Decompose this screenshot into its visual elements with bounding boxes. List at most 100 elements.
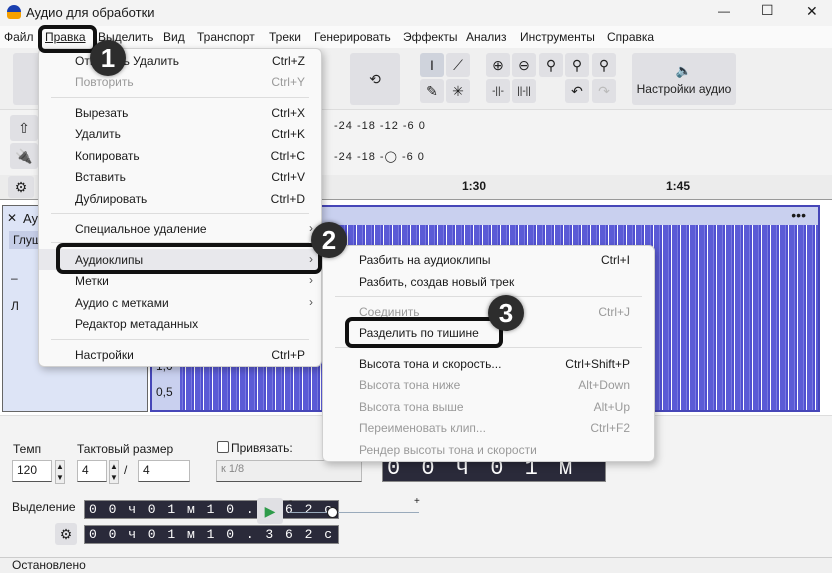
menu-item-special-delete[interactable]: Специальное удаление ›	[39, 218, 321, 239]
share-button[interactable]: ⇧	[10, 115, 38, 141]
menu-item-rename-clip[interactable]: Переименовать клип... Ctrl+F2	[323, 417, 654, 438]
maximize-button[interactable]: ☐	[761, 2, 774, 19]
menu-view[interactable]: Вид	[163, 30, 185, 44]
plug-icon: 🔌	[15, 147, 33, 164]
gain-slider[interactable]: –	[11, 271, 18, 285]
menu-item-undo[interactable]: Отменить Удалить Ctrl+Z	[39, 50, 321, 71]
menu-item-pitch-up[interactable]: Высота тона выше Alt+Up	[323, 396, 654, 417]
menu-tracks[interactable]: Треки	[269, 30, 301, 44]
tempo-stepper[interactable]: ▲ ▼	[55, 460, 65, 484]
play-icon: ▶	[264, 502, 276, 519]
selection-end-time[interactable]: 0 0 ч 0 1 м 1 0 . 3 6 2 с	[84, 525, 340, 544]
selection-tool[interactable]: I	[420, 53, 444, 77]
shortcut-label: Ctrl+F2	[590, 421, 630, 435]
numerator-stepper[interactable]: ▲ ▼	[109, 460, 119, 484]
menu-effects[interactable]: Эффекты	[403, 30, 458, 44]
app-logo-icon	[7, 5, 21, 19]
timeline-settings-button[interactable]: ⚙	[8, 176, 34, 198]
amplitude-label: 0,5	[156, 385, 173, 399]
menu-item-cut[interactable]: Вырезать Ctrl+X	[39, 102, 321, 123]
fit-project-button[interactable]: ⚲	[565, 53, 589, 77]
audio-settings-label: Настройки аудио	[636, 81, 732, 96]
clip-menu-icon[interactable]: •••	[791, 207, 806, 223]
pan-slider[interactable]: Л	[11, 299, 19, 313]
menu-item-label: Метки	[75, 274, 109, 288]
shortcut-label: Ctrl+X	[271, 106, 305, 120]
trim-button[interactable]: -||-	[486, 79, 510, 103]
selection-start-time[interactable]: 0 0 ч 0 1 м 1 0 . 3 6 2 с	[84, 500, 340, 519]
zoom-out-button[interactable]: ⊖	[512, 53, 536, 77]
menu-item-labeled-audio[interactable]: Аудио с метками ›	[39, 292, 321, 313]
zoom-in-button[interactable]: ⊕	[486, 53, 510, 77]
menu-item-pitch-speed[interactable]: Высота тона и скорость... Ctrl+Shift+P	[323, 353, 654, 374]
menu-item-preferences[interactable]: Настройки Ctrl+P	[39, 344, 321, 365]
redo-button[interactable]: ↷	[592, 79, 616, 103]
menu-help[interactable]: Справка	[607, 30, 654, 44]
menu-separator	[51, 97, 309, 98]
shortcut-label: Ctrl+C	[270, 149, 305, 163]
minimize-button[interactable]: —	[718, 4, 730, 18]
recording-meter-scale[interactable]: -24 -18 -12 -6 0	[334, 120, 426, 132]
menu-item-paste[interactable]: Вставить Ctrl+V	[39, 166, 321, 187]
multi-tool[interactable]: ✳	[446, 79, 470, 103]
edit-menu: Отменить Удалить Ctrl+Z Повторить Ctrl+Y В…	[38, 48, 322, 367]
undo-button[interactable]: ↶	[565, 79, 589, 103]
fit-selection-button[interactable]: ⚲	[539, 53, 563, 77]
loop-button[interactable]: ⟲	[350, 53, 400, 105]
shortcut-label: Ctrl+J	[598, 305, 630, 319]
zoom-out-icon: ⊖	[518, 56, 530, 73]
step-badge-3: 3	[488, 295, 524, 331]
speed-slider-thumb[interactable]	[327, 507, 338, 518]
highlight-edit-menu	[38, 25, 97, 53]
envelope-tool[interactable]: ⟋	[446, 53, 470, 77]
speed-slider-track[interactable]	[289, 512, 419, 513]
menu-item-render-pitch-speed[interactable]: Рендер высоты тона и скорости	[323, 439, 654, 460]
menu-item-label: Специальное удаление	[75, 222, 207, 236]
menu-item-label: Разбить на аудиоклипы	[359, 253, 491, 267]
menu-item-split-new-track[interactable]: Разбить, создав новый трек	[323, 271, 654, 292]
menu-tools[interactable]: Инструменты	[520, 30, 595, 44]
menu-item-label: Аудио с метками	[75, 296, 169, 310]
time-signature-label: Тактовый размер	[77, 442, 174, 456]
gear-icon: ⚙	[59, 525, 73, 542]
menu-file[interactable]: Файл	[4, 30, 34, 44]
shortcut-label: Alt+Down	[578, 378, 630, 392]
menu-separator	[335, 296, 642, 297]
close-button[interactable]: ✕	[806, 3, 818, 20]
ruler-tick: 1:45	[666, 179, 691, 193]
menu-item-copy[interactable]: Копировать Ctrl+C	[39, 145, 321, 166]
zoom-toggle-button[interactable]: ⚲	[592, 53, 616, 77]
tempo-input[interactable]: 120	[12, 460, 52, 482]
shortcut-label: Alt+Up	[593, 400, 630, 414]
track-name[interactable]: Ау	[23, 211, 38, 226]
snap-checkbox[interactable]	[217, 441, 229, 453]
time-signature-denominator[interactable]: 4	[138, 460, 190, 482]
selection-settings-button[interactable]: ⚙	[55, 523, 77, 545]
audio-settings-button[interactable]: 🔈 Настройки аудио	[632, 53, 736, 105]
status-text: Остановлено	[12, 558, 86, 572]
play-at-speed-button[interactable]: ▶	[257, 498, 283, 524]
draw-tool[interactable]: ✎	[420, 79, 444, 103]
snap-select[interactable]: к 1/8	[216, 460, 362, 482]
silence-icon: ||-||	[517, 85, 531, 97]
menu-item-split-clips[interactable]: Разбить на аудиоклипы Ctrl+I	[323, 249, 654, 270]
menu-item-duplicate[interactable]: Дублировать Ctrl+D	[39, 188, 321, 209]
step-badge-1: 1	[90, 40, 126, 76]
time-signature-numerator[interactable]: 4	[77, 460, 107, 482]
title-bar: Аудио для обработки — ☐ ✕	[0, 0, 832, 25]
playback-meter-scale[interactable]: -24 -18 -◯ -6 0	[334, 150, 425, 163]
menu-analyze[interactable]: Анализ	[466, 30, 507, 44]
speed-plus: +	[414, 496, 420, 507]
menu-item-delete[interactable]: Удалить Ctrl+K	[39, 123, 321, 144]
menu-item-metadata-editor[interactable]: Редактор метаданных	[39, 313, 321, 334]
menu-item-redo[interactable]: Повторить Ctrl+Y	[39, 71, 321, 92]
menu-generate[interactable]: Генерировать	[314, 30, 391, 44]
silence-button[interactable]: ||-||	[512, 79, 536, 103]
ruler-tick: 1:30	[462, 179, 487, 193]
menu-item-pitch-down[interactable]: Высота тона ниже Alt+Down	[323, 374, 654, 395]
menu-transport[interactable]: Транспорт	[197, 30, 255, 44]
plugin-button[interactable]: 🔌	[10, 143, 38, 169]
close-track-icon[interactable]: ✕	[7, 211, 17, 225]
redo-icon: ↷	[598, 82, 610, 99]
menu-separator	[51, 213, 309, 214]
